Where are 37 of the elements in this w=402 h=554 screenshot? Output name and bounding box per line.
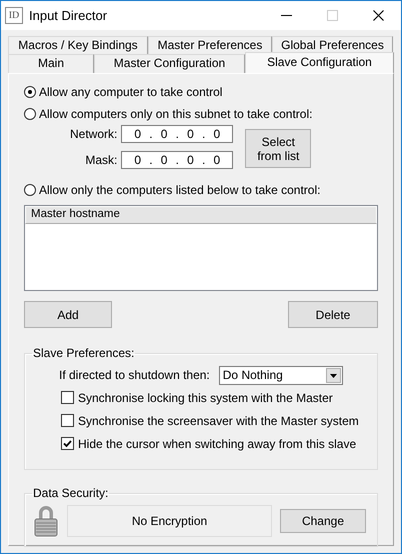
shutdown-dropdown[interactable]: Do Nothing	[218, 366, 343, 384]
tab[interactable]: Master Preferences	[148, 36, 272, 54]
group-title: Slave Preferences:	[32, 346, 136, 360]
window-title: Input Director	[29, 8, 108, 23]
master-list[interactable]: Master hostname	[24, 205, 378, 291]
app-logo: ID	[5, 7, 23, 24]
ip-address-field[interactable]: 0 . 0 . 0 . 0	[121, 151, 234, 169]
option-label: Allow computers only on this subnet to take control:	[39, 107, 312, 121]
radio-button[interactable]	[24, 184, 36, 196]
checkbox-label: Synchronise locking this system with the Master	[78, 390, 333, 404]
checkbox[interactable]	[61, 437, 74, 450]
field-label: If directed to shutdown then:	[59, 368, 210, 382]
checkbox[interactable]	[61, 414, 74, 427]
option-label: Allow any computer to take control	[39, 85, 222, 99]
ip-address-field[interactable]: 0 . 0 . 0 . 0	[121, 125, 234, 143]
field-label: Mask:	[85, 153, 118, 167]
field-label: Network:	[70, 127, 118, 141]
tab[interactable]: Slave Configuration	[245, 52, 394, 73]
radio-button[interactable]	[24, 108, 36, 120]
option-label: Allow only the computers listed below to take control:	[39, 183, 320, 197]
radio-button[interactable]	[24, 86, 36, 98]
checkbox-label: Hide the cursor when switching away from this slave	[78, 436, 356, 450]
group-title: Data Security:	[32, 486, 110, 500]
tab[interactable]: Master Configuration	[94, 54, 245, 73]
add-button[interactable]: Add	[24, 301, 112, 328]
minimize-icon[interactable]	[280, 15, 292, 16]
select-from-list-button[interactable]: Select from list	[245, 129, 312, 168]
close-icon[interactable]	[372, 10, 384, 21]
checkbox[interactable]	[61, 391, 74, 404]
tab[interactable]: Main	[8, 54, 94, 73]
encryption-status: No Encryption	[67, 505, 272, 537]
delete-button[interactable]: Delete	[288, 301, 378, 328]
column-header[interactable]: Master hostname	[25, 206, 377, 224]
padlock-icon	[33, 504, 59, 538]
tab[interactable]: Macros / Key Bindings	[8, 36, 148, 54]
checkbox-label: Synchronise the screensaver with the Master system	[78, 414, 359, 428]
change-button[interactable]: Change	[280, 509, 366, 533]
